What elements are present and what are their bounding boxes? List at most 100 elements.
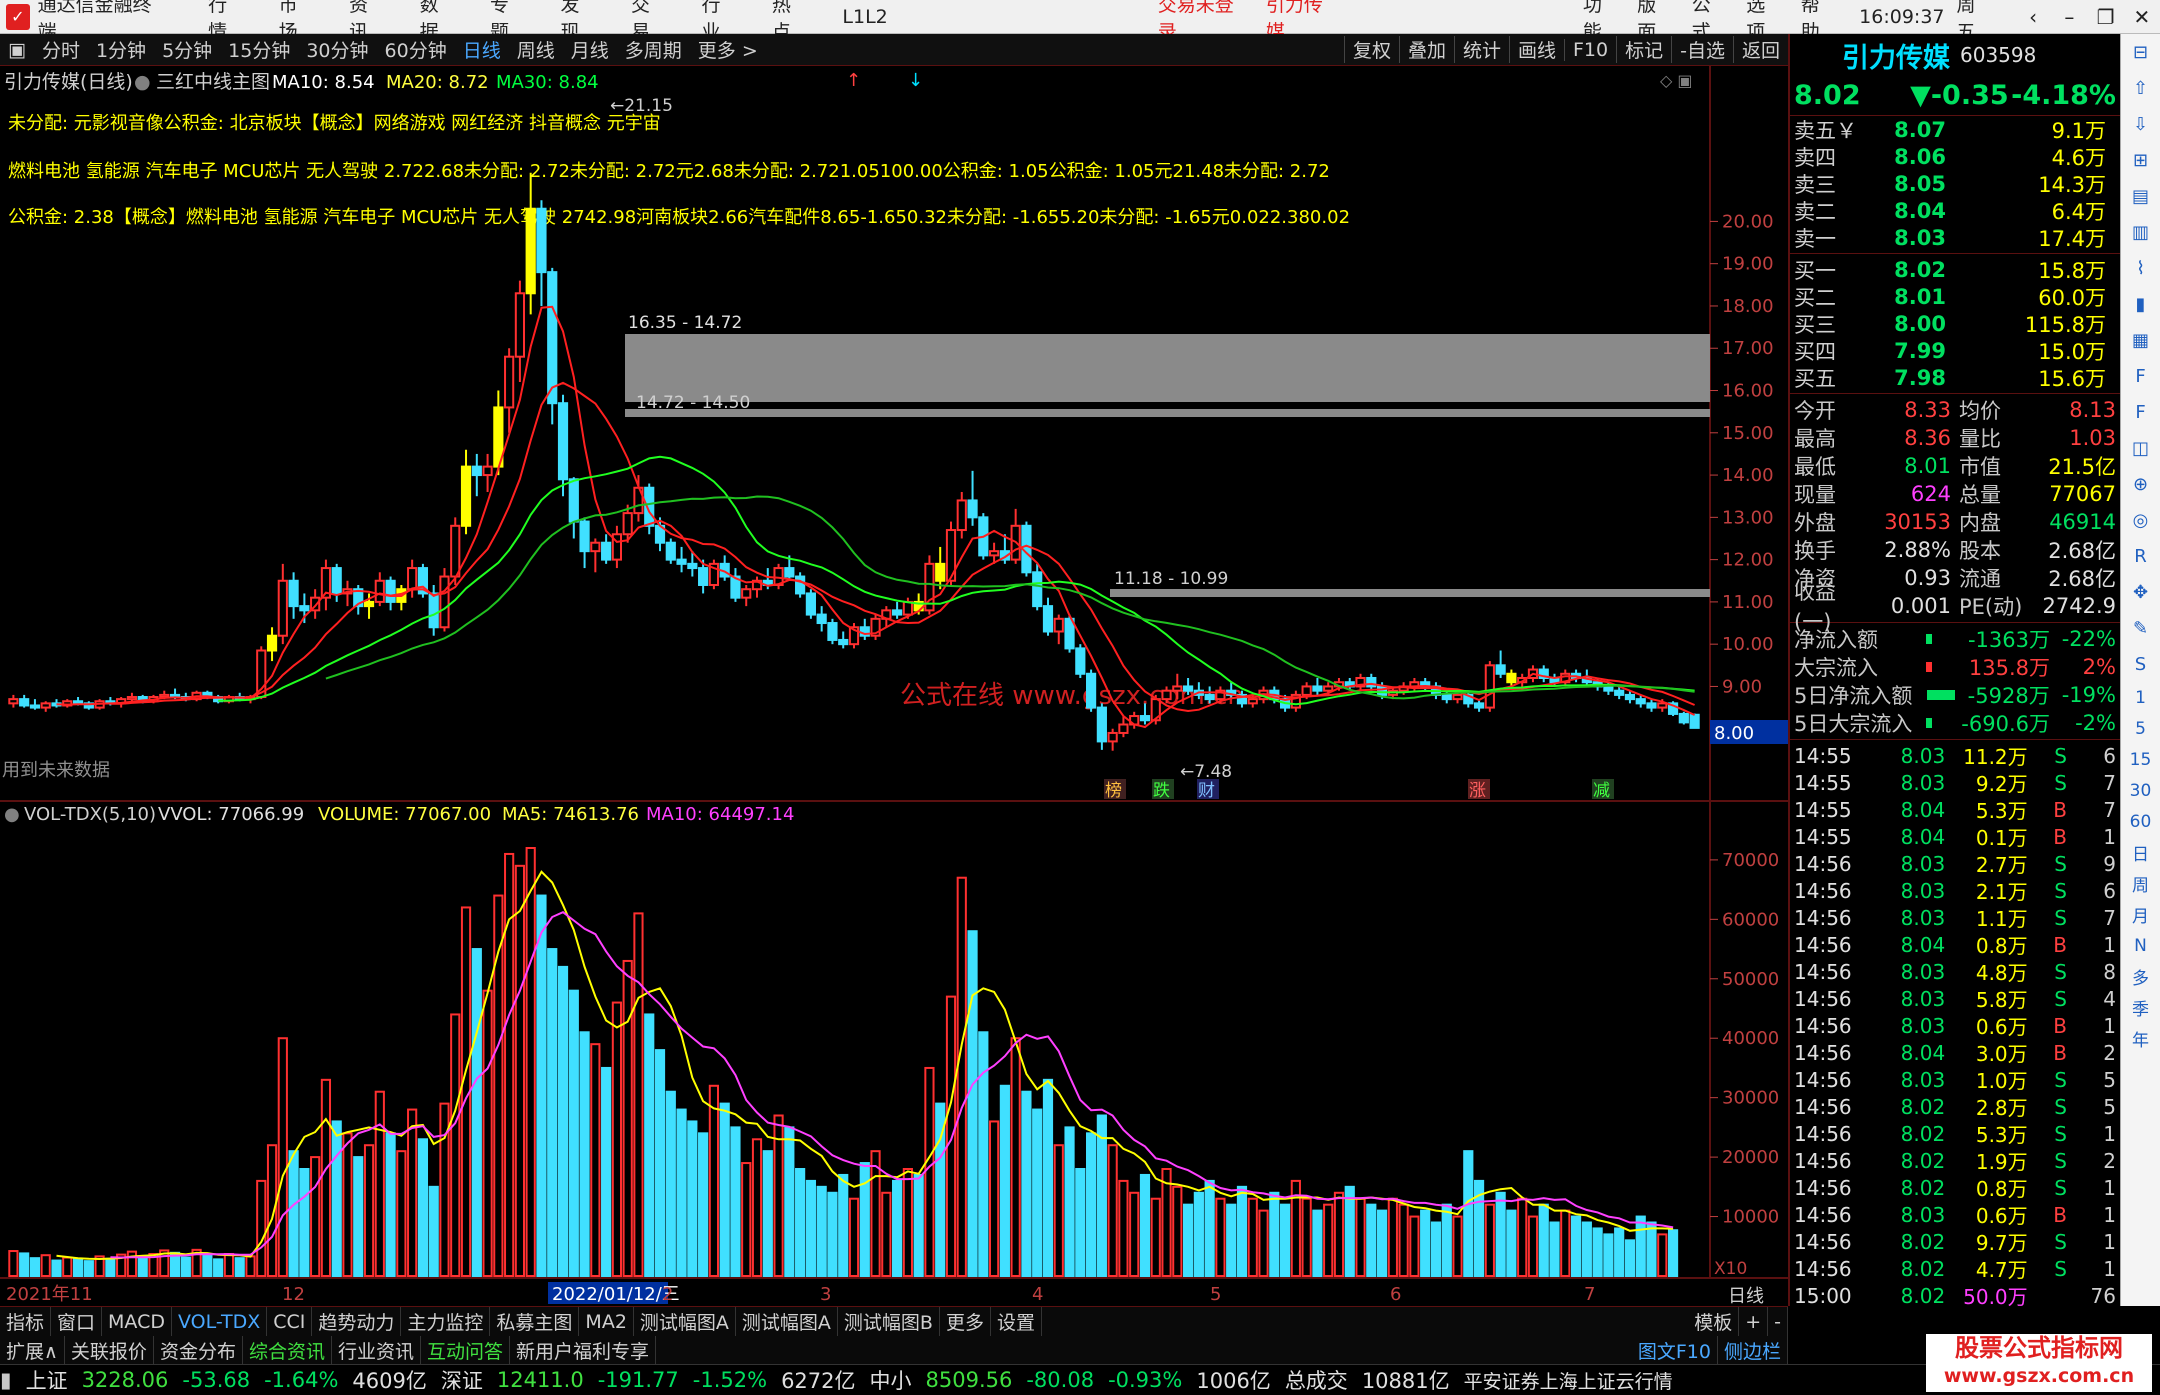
tick-row[interactable]: 14:56 8.02 1.9万 S 2 <box>1790 1147 2120 1175</box>
kline-icon[interactable]: ▤ <box>2121 178 2160 214</box>
extension-right-tab[interactable]: 侧边栏 <box>1718 1336 1788 1364</box>
return-button[interactable]: 返回 <box>1732 36 1788 63</box>
main-indicator-name[interactable]: 三红中线主图 <box>156 71 270 93</box>
restore-rights-button[interactable]: 复权 <box>1343 36 1399 63</box>
indicator-tab[interactable]: 更多 <box>940 1306 991 1337</box>
vol-toggle-icon[interactable]: ● <box>4 804 20 825</box>
period-tab-15min[interactable]: 15分钟 <box>220 36 298 63</box>
extension-tab[interactable]: 行业资讯 <box>332 1336 421 1364</box>
ask-row[interactable]: 卖三 8.05 14.3万 <box>1790 170 2120 197</box>
bid-row[interactable]: 买二 8.01 60.0万 <box>1790 283 2120 310</box>
template-tab[interactable]: + <box>1739 1306 1769 1337</box>
tick-row[interactable]: 14:56 8.02 9.7万 S 1 <box>1790 1228 2120 1256</box>
minimize-icon[interactable]: – <box>2051 5 2087 29</box>
extension-tab[interactable]: 扩展∧ <box>0 1336 65 1364</box>
extension-tab[interactable]: 资金分布 <box>154 1336 243 1364</box>
indicator-tab[interactable]: 测试幅图A <box>634 1306 736 1337</box>
list-icon[interactable]: ▥ <box>2121 214 2160 250</box>
template-tab[interactable]: 模板 <box>1688 1306 1740 1337</box>
draw-line-button[interactable]: 画线 <box>1508 36 1564 63</box>
indicator-tab[interactable]: MACD <box>102 1306 172 1337</box>
tick-list[interactable]: 14:55 8.03 11.2万 S 6 14:55 8.03 9.2万 S 7 14:55 8.04… <box>1790 742 2120 1310</box>
ask-row[interactable]: 卖四 8.06 4.6万 <box>1790 143 2120 170</box>
minute-icon[interactable]: ⊞ <box>2121 142 2160 178</box>
zoom-icon[interactable]: ⊕ <box>2121 466 2160 502</box>
chart-area[interactable]: 引力传媒(日线) ● 三红中线主图 MA10: 8.54 MA20: 8.72 … <box>0 66 1788 1307</box>
close-icon[interactable]: ✕ <box>2124 5 2160 29</box>
chart-settings-icon[interactable]: ◇ ▣ <box>1660 71 1693 90</box>
pin-icon[interactable]: ⊟ <box>2121 34 2160 70</box>
indicator-tab[interactable]: 主力监控 <box>401 1306 491 1337</box>
side-period-10[interactable]: 季 <box>2121 992 2160 1023</box>
f-icon[interactable]: F <box>2121 394 2160 430</box>
side-period-7[interactable]: 月 <box>2121 899 2160 930</box>
period-tab-5min[interactable]: 5分钟 <box>154 36 220 63</box>
event-marker-finance-text[interactable]: 财 <box>1198 781 1215 801</box>
side-period-3[interactable]: 30 <box>2121 775 2160 806</box>
extension-tab[interactable]: 关联报价 <box>65 1336 154 1364</box>
ask-row[interactable]: 卖二 8.04 6.4万 <box>1790 197 2120 224</box>
tick-row[interactable]: 14:56 8.03 4.8万 S 8 <box>1790 958 2120 986</box>
menu-item-l1l2[interactable]: L1L2 <box>842 6 887 28</box>
bid-row[interactable]: 买五 7.98 15.6万 <box>1790 364 2120 391</box>
tick-row[interactable]: 14:56 8.03 2.7万 S 9 <box>1790 850 2120 878</box>
indicator-toggle-icon[interactable]: ● <box>134 71 151 93</box>
indicator-tab[interactable]: 趋势动力 <box>312 1306 402 1337</box>
side-period-1[interactable]: 5 <box>2121 713 2160 744</box>
indicator-tab[interactable]: 私募主图 <box>490 1306 580 1337</box>
back-arrow-icon[interactable]: ‹ <box>2015 5 2051 29</box>
rsi-icon[interactable]: R <box>2121 538 2160 574</box>
status-menu-icon[interactable]: ▮ <box>0 1368 12 1392</box>
move-icon[interactable]: ✥ <box>2121 574 2160 610</box>
tick-row[interactable]: 14:56 8.03 0.6万 B 1 <box>1790 1201 2120 1229</box>
vol-indicator-title[interactable]: VOL-TDX(5,10) <box>24 804 156 825</box>
side-period-11[interactable]: 年 <box>2121 1023 2160 1054</box>
candle-icon[interactable]: ▮ <box>2121 286 2160 322</box>
restore-icon[interactable]: ❐ <box>2088 5 2124 29</box>
event-marker-rank-text[interactable]: 榜 <box>1105 781 1122 801</box>
side-period-6[interactable]: 周 <box>2121 868 2160 899</box>
period-tab-multi[interactable]: 多周期 <box>617 36 690 63</box>
period-tab-monthly[interactable]: 月线 <box>563 36 617 63</box>
ask-row[interactable]: 卖一 8.03 17.4万 <box>1790 224 2120 251</box>
indicator-tab[interactable]: CCI <box>267 1306 313 1337</box>
period-tab-1min[interactable]: 1分钟 <box>88 36 154 63</box>
remove-watchlist-button[interactable]: -自选 <box>1671 36 1733 63</box>
indicator-tab[interactable]: MA2 <box>579 1306 634 1337</box>
kline-chart[interactable]: 引力传媒(日线) ● 三红中线主图 MA10: 8.54 MA20: 8.72 … <box>0 66 1788 1307</box>
event-marker-drop-text[interactable]: 跌 <box>1153 781 1170 801</box>
side-period-8[interactable]: N <box>2121 930 2160 961</box>
indicator-tab[interactable]: 设置 <box>991 1306 1042 1337</box>
indicator-tab[interactable]: 指标 <box>0 1306 52 1337</box>
bid-row[interactable]: 买四 7.99 15.0万 <box>1790 337 2120 364</box>
extension-tab[interactable]: 新用户福利专享 <box>510 1336 657 1364</box>
toolbar-menu-icon[interactable]: ▣ <box>0 39 34 61</box>
tick-row[interactable]: 14:56 8.03 1.1万 S 7 <box>1790 904 2120 932</box>
overlay-button[interactable]: 叠加 <box>1398 36 1454 63</box>
tick-row[interactable]: 14:56 8.03 5.8万 S 4 <box>1790 985 2120 1013</box>
period-tab-weekly[interactable]: 周线 <box>509 36 563 63</box>
period-tab-timeshare[interactable]: 分时 <box>34 36 88 63</box>
tick-row[interactable]: 14:55 8.03 9.2万 S 7 <box>1790 769 2120 797</box>
tick-row[interactable]: 14:55 8.03 11.2万 S 6 <box>1790 742 2120 770</box>
period-tab-more[interactable]: 更多 > <box>690 36 766 63</box>
extension-tab[interactable]: 互动问答 <box>421 1336 510 1364</box>
f10-button[interactable]: F10 <box>1564 38 1616 61</box>
fs-icon[interactable]: S <box>2121 646 2160 682</box>
up-icon[interactable]: ⇧ <box>2121 70 2160 106</box>
tick-row[interactable]: 14:56 8.03 2.1万 S 6 <box>1790 877 2120 905</box>
event-marker-rise-text[interactable]: 涨 <box>1469 781 1486 801</box>
statistics-button[interactable]: 统计 <box>1453 36 1509 63</box>
extension-right-tab[interactable]: 图文F10 <box>1632 1336 1718 1364</box>
ask-row[interactable]: 卖五￥ 8.07 9.1万 <box>1790 116 2120 143</box>
tick-row[interactable]: 14:56 8.03 1.0万 S 5 <box>1790 1066 2120 1094</box>
tick-row[interactable]: 14:55 8.04 5.3万 B 7 <box>1790 796 2120 824</box>
indicator-tab[interactable]: 测试幅图B <box>838 1306 940 1337</box>
indicator-tab[interactable]: VOL-TDX <box>172 1306 268 1337</box>
tick-row[interactable]: 14:56 8.03 0.6万 B 1 <box>1790 1012 2120 1040</box>
tick-row[interactable]: 14:56 8.02 5.3万 S 1 <box>1790 1120 2120 1148</box>
bid-row[interactable]: 买三 8.00 115.8万 <box>1790 310 2120 337</box>
layer-icon[interactable]: ◫ <box>2121 430 2160 466</box>
tick-row[interactable]: 14:55 8.04 0.1万 B 1 <box>1790 823 2120 851</box>
mark-button[interactable]: 标记 <box>1616 36 1671 63</box>
